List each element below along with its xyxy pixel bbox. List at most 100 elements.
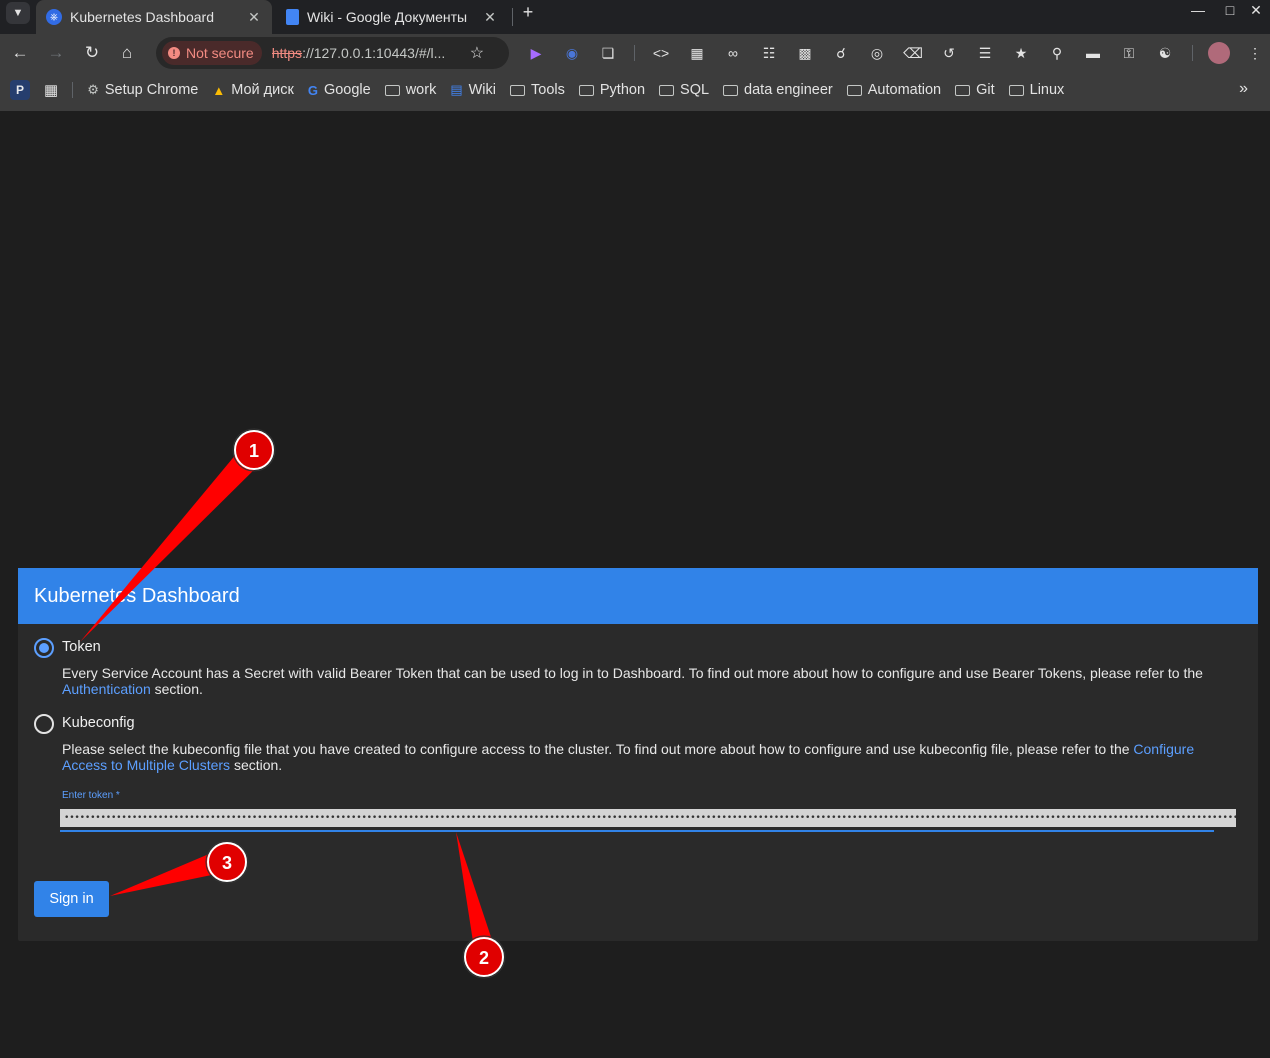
login-card: Kubernetes Dashboard Token Every Service… [18,568,1258,941]
tab-wiki[interactable]: Wiki - Google Документы ✕ [276,0,508,34]
table-icon[interactable]: ▦ [686,42,708,64]
toolbar-separator [634,45,635,61]
bookmark-python[interactable]: Python [578,82,645,98]
puzzle-extension-icon[interactable]: ❏ [597,42,619,64]
window-close-button[interactable]: ✕ [1246,2,1266,22]
token-field-label: Enter token * [62,790,120,801]
tab-strip: ▼ ⎈ Kubernetes Dashboard ✕ Wiki - Google… [0,0,1270,34]
security-label: Not secure [186,45,254,61]
qr-code-icon[interactable]: ▩ [794,42,816,64]
google-icon: G [307,82,318,98]
token-radio[interactable] [34,638,54,658]
bookmark-label: Wiki [468,82,497,98]
page-title: Kubernetes Dashboard [34,584,240,607]
list-icon[interactable]: ☰ [974,42,996,64]
tab-search-button[interactable]: ▼ [6,2,30,24]
security-chip[interactable]: ! Not secure [162,41,262,65]
address-bar[interactable]: ! Not secure https://127.0.0.1:10443/#/l… [156,37,509,69]
bookmark-label: SQL [680,82,710,98]
kubernetes-icon: ⎈ [46,9,62,25]
reload-button[interactable]: ↻ [79,40,105,66]
profile-avatar[interactable] [1208,42,1230,64]
bookmark-label: Git [976,82,995,98]
toolbar-separator [1192,45,1193,61]
folder-icon [510,84,526,96]
bookmark-tools[interactable]: Tools [510,82,565,98]
tab-title: Kubernetes Dashboard [70,9,214,25]
close-icon[interactable]: ✕ [244,9,264,26]
page-content: Kubernetes Dashboard Token Every Service… [0,111,1270,1058]
kubeconfig-label: Kubeconfig [62,715,135,731]
browser-chrome: ▼ ⎈ Kubernetes Dashboard ✕ Wiki - Google… [0,0,1270,111]
kubeconfig-description: Please select the kubeconfig file that y… [62,741,1212,773]
folder-icon [578,84,594,96]
gear-icon: ⚙ [87,82,99,97]
link-icon[interactable]: ∞ [722,42,744,64]
forward-button[interactable]: → [43,40,69,66]
folder-icon [723,84,739,96]
authentication-link[interactable]: Authentication [62,681,151,697]
bookmark-git[interactable]: Git [955,82,995,98]
card-header: Kubernetes Dashboard [18,568,1258,624]
chevron-right-icon[interactable]: » [1239,80,1248,98]
bookmark-label: Google [323,82,371,98]
reader-icon[interactable]: ☷ [758,42,780,64]
token-input-underline [60,830,1214,832]
bookmark-work[interactable]: work [384,82,436,98]
chevron-down-icon: ▼ [12,7,24,19]
bookmark-label: Setup Chrome [104,82,199,98]
url-rest: ://127.0.0.1:10443/#/l... [302,45,446,61]
bookmark-sql[interactable]: SQL [659,82,709,98]
token-description: Every Service Account has a Secret with … [62,665,1212,697]
bookmark-setup-chrome[interactable]: ⚙ Setup Chrome [87,82,198,98]
bookmark-automation[interactable]: Automation [846,82,942,98]
google-docs-icon: ▤ [450,82,463,97]
tab-kubernetes-dashboard[interactable]: ⎈ Kubernetes Dashboard ✕ [36,0,272,34]
url-scheme: https [271,45,303,61]
bookmark-label: data engineer [744,82,833,98]
trash-icon[interactable]: ⌫ [902,42,924,64]
history-icon[interactable]: ↺ [938,42,960,64]
google-docs-icon [286,9,299,25]
bookmark-star-icon[interactable]: ☆ [470,43,484,63]
sign-in-button[interactable]: Sign in [34,881,109,917]
description-text: Every Service Account has a Secret with … [62,665,1203,681]
bookmark-label: Мой диск [231,82,294,98]
more-menu-icon[interactable]: ⋮ [1244,42,1266,64]
url-text[interactable]: https://127.0.0.1:10443/#/l... [272,45,462,61]
description-text: Please select the kubeconfig file that y… [62,741,1134,757]
folder-icon [659,84,675,96]
bookmark-wiki[interactable]: ▤ Wiki [450,82,496,98]
warning-icon: ! [168,47,180,59]
token-label: Token [62,639,101,655]
new-tab-button[interactable]: + [518,2,538,22]
screenshot-icon[interactable]: ◎ [866,42,888,64]
minimize-button[interactable]: — [1188,2,1208,22]
bookmark-google[interactable]: G Google [308,82,371,98]
bookmark-data-engineer[interactable]: data engineer [723,82,833,98]
bookmark-p[interactable]: P [10,80,30,100]
translate-icon[interactable]: ☌ [830,42,852,64]
key-icon[interactable]: ⚿ [1118,42,1140,64]
credit-card-icon[interactable]: ▬ [1082,42,1104,64]
back-button[interactable]: ← [7,40,33,66]
kubeconfig-radio[interactable] [34,714,54,734]
token-input[interactable]: ••••••••••••••••••••••••••••••••••••••••… [60,809,1236,827]
location-pin-icon[interactable]: ⚲ [1046,42,1068,64]
incognito-icon[interactable]: ☯ [1154,42,1176,64]
bookmarks-bar: P ▦ ⚙ Setup Chrome ▲ Мой диск G Google work… [0,76,1270,104]
close-icon[interactable]: ✕ [480,9,500,26]
bookmark-my-drive[interactable]: ▲ Мой диск [212,82,293,98]
description-text: section. [230,757,283,773]
star-list-icon[interactable]: ★ [1010,42,1032,64]
home-button[interactable]: ⌂ [114,40,140,66]
apps-grid-icon[interactable]: ▦ [44,81,58,99]
bookmark-label: Linux [1029,82,1065,98]
bookmark-linux[interactable]: Linux [1008,82,1065,98]
maximize-button[interactable]: □ [1220,2,1240,22]
media-play-icon[interactable]: ▶ [525,42,547,64]
browser-toolbar: ← → ↻ ⌂ ! Not secure https://127.0.0.1:1… [0,34,1270,72]
extension-globe-icon[interactable]: ◉ [561,42,583,64]
code-icon[interactable]: <> [650,42,672,64]
bookmark-label: Automation [867,82,942,98]
